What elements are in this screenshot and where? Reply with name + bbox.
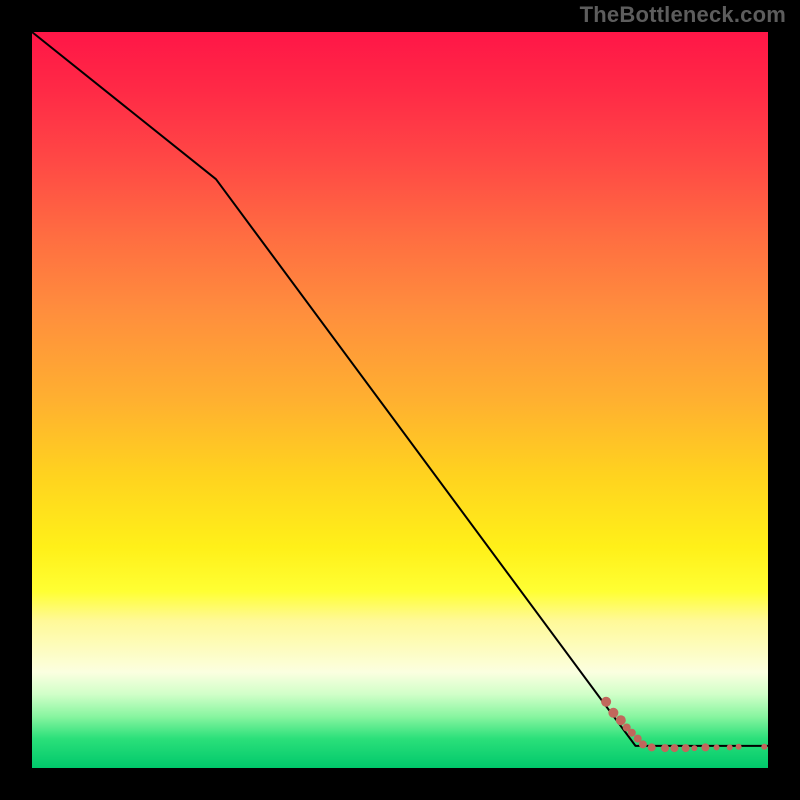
data-point — [691, 745, 697, 751]
data-point — [736, 744, 742, 750]
data-point — [714, 744, 720, 750]
data-point — [727, 744, 733, 750]
data-point — [608, 708, 618, 718]
data-point — [661, 744, 669, 752]
data-point — [628, 729, 636, 737]
chart-overlay — [32, 32, 768, 768]
data-point — [701, 743, 709, 751]
marker-group — [601, 697, 767, 752]
data-point — [616, 715, 626, 725]
data-point — [601, 697, 611, 707]
data-point — [648, 743, 656, 751]
data-point — [671, 744, 679, 752]
chart-frame: TheBottleneck.com — [0, 0, 800, 800]
data-point — [682, 744, 690, 752]
data-point — [761, 744, 767, 750]
data-point — [639, 740, 647, 748]
bottleneck-curve — [32, 32, 768, 746]
watermark-text: TheBottleneck.com — [580, 2, 786, 28]
